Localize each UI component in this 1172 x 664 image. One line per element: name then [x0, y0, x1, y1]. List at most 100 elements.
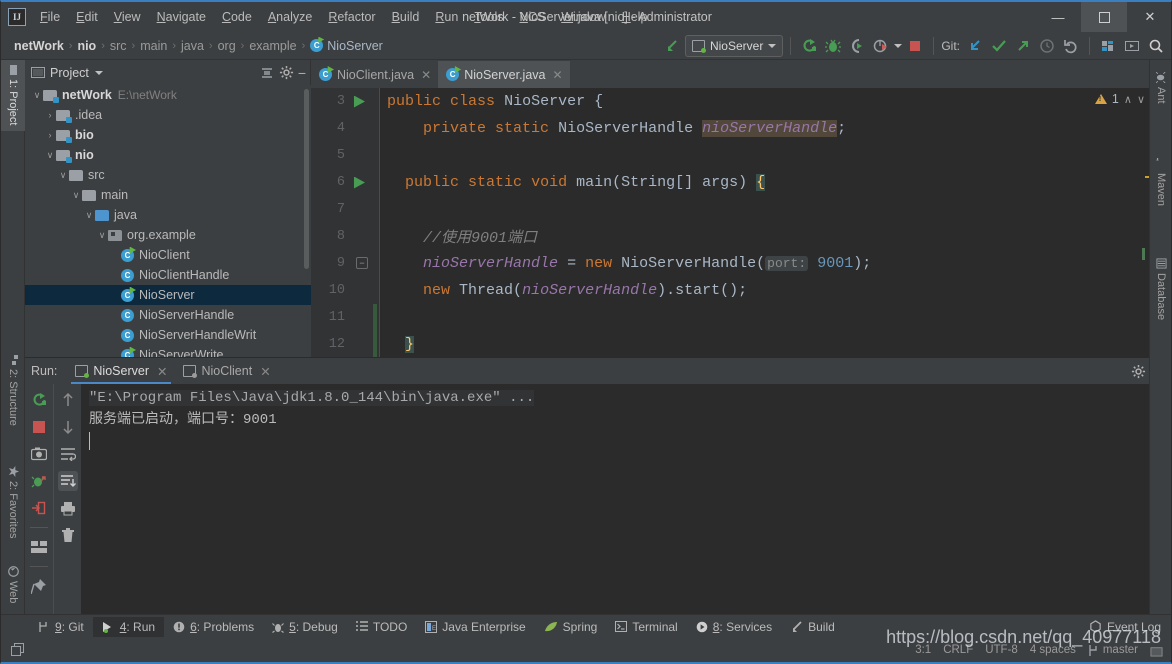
left-strip-tab-project[interactable]: 1: Project	[1, 60, 25, 132]
maximize-button[interactable]	[1081, 2, 1127, 32]
line-separator[interactable]: CRLF	[943, 644, 973, 656]
tree-node-nioserverhandlewrit[interactable]: NioServerHandleWrit	[25, 325, 311, 345]
chevron-down-icon[interactable]: ∨	[31, 90, 43, 101]
bottom-bar-terminal[interactable]: Terminal	[606, 617, 686, 637]
chevron-right-icon[interactable]: ›	[44, 130, 56, 140]
scroll-to-end-icon[interactable]	[57, 471, 78, 491]
right-strip-tab-database[interactable]: Database	[1150, 250, 1171, 328]
tree-node-main[interactable]: ∨ main	[25, 185, 311, 205]
right-strip-tab-ant[interactable]: Ant	[1150, 64, 1171, 112]
bottom-bar-build[interactable]: Build	[781, 617, 844, 637]
git-revert-icon[interactable]	[1060, 35, 1082, 57]
bottom-bar-8services[interactable]: 8: Services	[687, 617, 781, 637]
menu-item-vcs[interactable]: VCS	[512, 7, 554, 27]
breadcrumb-item-network[interactable]: netWork	[11, 39, 67, 53]
git-history-icon[interactable]	[1036, 35, 1058, 57]
layout-icon[interactable]	[1121, 35, 1143, 57]
close-icon[interactable]: ✕	[157, 364, 167, 379]
menu-item-edit[interactable]: Edit	[68, 7, 106, 27]
menu-item-file[interactable]: File	[32, 7, 68, 27]
git-branch-widget[interactable]: master	[1088, 644, 1138, 657]
minimize-button[interactable]: —	[1035, 2, 1081, 32]
run-settings-gear-icon[interactable]	[1131, 364, 1146, 379]
editor-tab-nioclientjava[interactable]: NioClient.java ✕	[311, 61, 438, 88]
breadcrumb-item-main[interactable]: main	[137, 39, 170, 53]
project-chevron-down-icon[interactable]	[94, 70, 103, 75]
breadcrumb-item-src[interactable]: src	[107, 39, 130, 53]
chevron-down-icon[interactable]: ∨	[70, 190, 82, 201]
screenshot-icon[interactable]	[29, 444, 49, 464]
run-with-coverage-icon[interactable]	[846, 35, 868, 57]
bottom-bar-4run[interactable]: 4: Run	[92, 616, 165, 637]
tree-node-nio[interactable]: ∨ nio	[25, 145, 311, 165]
settings-icon[interactable]	[1097, 35, 1119, 57]
console-output[interactable]: "E:\Program Files\Java\jdk1.8.0_144\bin\…	[81, 384, 1171, 619]
menu-item-view[interactable]: View	[106, 7, 149, 27]
run-tab-nioclient[interactable]: NioClient ✕	[175, 358, 278, 384]
run-gutter-icon-main[interactable]	[353, 176, 365, 189]
right-strip-tab-maven[interactable]: m Maven	[1150, 150, 1171, 214]
run-configuration-selector[interactable]: NioServer	[684, 34, 784, 57]
tree-node-java[interactable]: ∨ java	[25, 205, 311, 225]
exit-icon[interactable]	[29, 498, 49, 518]
menu-item-tools[interactable]: Tools	[466, 7, 511, 27]
chevron-down-icon[interactable]: ∨	[57, 170, 69, 181]
bottom-bar-todo[interactable]: TODO	[347, 617, 416, 637]
gear-icon[interactable]	[279, 65, 294, 80]
breadcrumb-item-example[interactable]: example	[246, 39, 299, 53]
left-strip-tab-favorites[interactable]: 2: Favorites	[1, 460, 25, 544]
chevron-up-icon[interactable]: ∧	[1124, 93, 1132, 106]
tree-node-nioclient[interactable]: NioClient	[25, 245, 311, 265]
hide-panel-icon[interactable]: −	[298, 66, 306, 80]
menu-item-window[interactable]: Window	[553, 7, 613, 27]
menu-item-refactor[interactable]: Refactor	[320, 7, 383, 27]
breadcrumb-item-java[interactable]: java	[178, 39, 207, 53]
tree-scrollbar[interactable]	[304, 89, 309, 269]
debug-icon[interactable]	[822, 35, 844, 57]
close-icon[interactable]: ✕	[421, 68, 431, 82]
soft-wrap-icon[interactable]	[58, 444, 78, 464]
down-arrow-icon[interactable]	[58, 417, 78, 437]
left-strip-tab-web[interactable]: Web	[1, 560, 25, 609]
stop-icon[interactable]	[904, 35, 926, 57]
code-editor[interactable]: 3 public class NioServer { 4 private sta…	[311, 88, 1171, 357]
back-arrow-icon[interactable]	[661, 35, 683, 57]
tree-node-idea[interactable]: › .idea	[25, 105, 311, 125]
git-update-icon[interactable]	[964, 35, 986, 57]
tree-node-nioserver[interactable]: NioServer	[25, 285, 311, 305]
close-icon[interactable]: ✕	[260, 364, 270, 379]
breadcrumb-item-nio[interactable]: nio	[74, 39, 99, 53]
breadcrumb-item-nioserver[interactable]: NioServer	[307, 38, 386, 53]
tree-node-nioserverwrite[interactable]: NioServerWrite	[25, 345, 311, 357]
menu-item-code[interactable]: Code	[214, 7, 260, 27]
bottom-bar-9git[interactable]: 9: Git	[29, 617, 93, 637]
bottom-bar-spring[interactable]: Spring	[535, 617, 607, 637]
chevron-down-icon[interactable]: ∨	[44, 150, 56, 161]
rerun-icon[interactable]	[29, 390, 49, 410]
profiler-icon[interactable]	[870, 35, 892, 57]
run-tab-nioserver[interactable]: NioServer ✕	[67, 358, 175, 384]
tree-node-network[interactable]: ∨ netWork E:\netWork	[25, 85, 311, 105]
up-arrow-icon[interactable]	[58, 390, 78, 410]
collapse-all-icon[interactable]	[259, 65, 275, 81]
chevron-right-icon[interactable]: ›	[44, 110, 56, 120]
menu-item-analyze[interactable]: Analyze	[260, 7, 320, 27]
left-strip-tab-structure[interactable]: 2: Structure	[1, 350, 25, 432]
chevron-down-icon[interactable]: ∨	[96, 230, 108, 241]
pin-icon[interactable]	[29, 576, 49, 596]
close-icon[interactable]: ✕	[552, 68, 562, 82]
inspection-status[interactable]: 1 ∧ ∨	[1094, 92, 1145, 106]
indent-setting[interactable]: 4 spaces	[1030, 644, 1076, 656]
git-push-icon[interactable]	[1012, 35, 1034, 57]
caret-position[interactable]: 3:1	[915, 644, 931, 656]
tree-node-nioserverhandle[interactable]: NioServerHandle	[25, 305, 311, 325]
rerun-icon[interactable]	[798, 35, 820, 57]
close-button[interactable]: ✕	[1127, 2, 1171, 32]
file-encoding[interactable]: UTF-8	[985, 644, 1018, 656]
project-tree[interactable]: ∨ netWork E:\netWork › .idea › bio ∨ nio ∨ src ∨ mai…	[25, 85, 311, 357]
bottom-bar-javaenterprise[interactable]: E Java Enterprise	[416, 617, 534, 637]
bottom-bar-6problems[interactable]: 6: Problems	[164, 617, 263, 637]
tree-node-src[interactable]: ∨ src	[25, 165, 311, 185]
chevron-down-icon[interactable]: ∨	[1137, 93, 1145, 106]
layout-icon[interactable]	[29, 537, 49, 557]
